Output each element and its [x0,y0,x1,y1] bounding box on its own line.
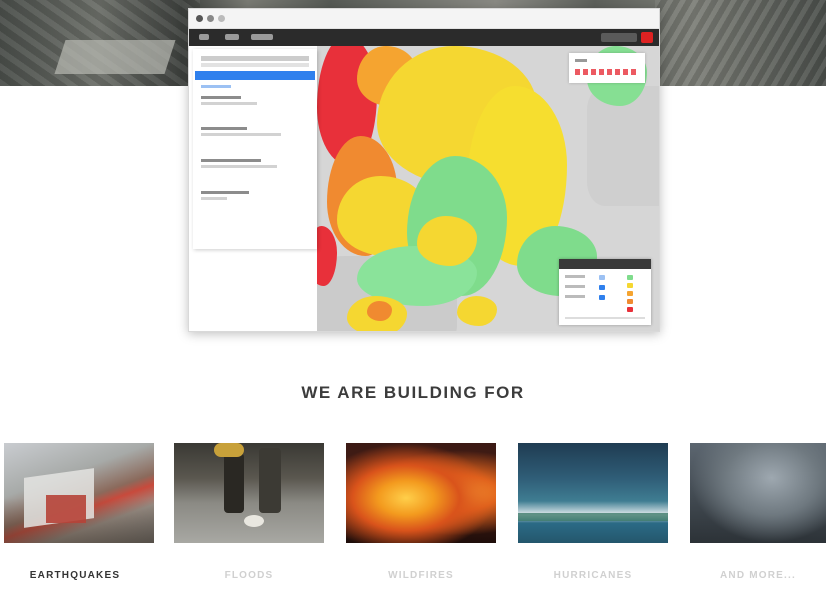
topbar-button [601,33,637,42]
sidebar-item-title [201,127,247,130]
map-legend [559,259,651,325]
map-filter-panel [569,53,645,83]
flood-image [174,443,324,543]
sidebar-item-title [201,159,261,162]
sidebar-title [201,56,309,61]
sidebar-item-desc [201,102,257,105]
card-floods[interactable] [174,443,324,543]
minimize-icon [207,15,214,22]
sidebar-item-title [201,96,241,99]
maximize-icon [218,15,225,22]
card-hurricanes[interactable] [518,443,668,543]
sidebar-section-label [201,85,231,88]
sidebar-subtitle [201,63,309,67]
card-wildfires[interactable] [346,443,496,543]
close-icon [196,15,203,22]
category-label-floods[interactable]: FLOODS [174,570,324,581]
menu-icon [199,34,209,40]
earthquake-image [4,443,154,543]
wildfire-image [346,443,496,543]
card-earthquakes[interactable] [4,443,154,543]
alert-icon [641,32,653,43]
storm-clouds-image [690,443,826,543]
category-label-and-more[interactable]: AND MORE... [690,570,826,581]
hurricane-image [518,443,668,543]
hero-roof-shape [54,40,176,74]
card-and-more[interactable] [690,443,826,543]
section-heading: WE ARE BUILDING FOR [301,383,525,402]
app-topbar [189,29,659,46]
sidebar-item-desc [201,165,277,168]
category-label-hurricanes[interactable]: HURRICANES [518,570,668,581]
hero-texture-right [655,0,826,86]
sidebar-item-desc [201,197,227,200]
legend-header [559,259,651,269]
category-label-wildfires[interactable]: WILDFIRES [346,570,496,581]
window-titlebar [189,9,659,29]
sidebar-item-title [201,191,249,194]
nav-item [251,34,273,40]
map-sidebar-panel [193,49,317,249]
product-screenshot-window [188,8,660,332]
category-label-earthquakes[interactable]: EARTHQUAKES [0,570,150,581]
sidebar-action-button [195,71,315,80]
sidebar-item-desc [201,133,281,136]
nav-item [225,34,239,40]
